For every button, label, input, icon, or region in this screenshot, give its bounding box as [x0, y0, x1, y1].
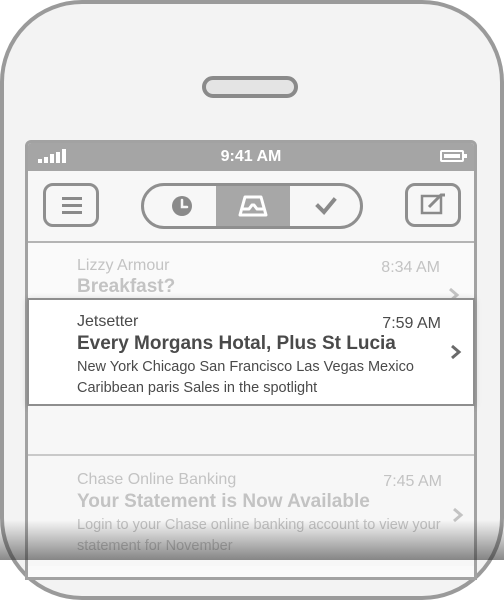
compose-icon	[420, 193, 445, 215]
checkmark-icon	[315, 197, 337, 215]
mail-subject: Your Statement is Now Available	[77, 491, 370, 512]
segment-inbox[interactable]	[216, 186, 290, 226]
battery-icon	[440, 150, 467, 162]
phone-speaker	[202, 76, 298, 98]
status-time: 9:41 AM	[220, 148, 282, 165]
list-item-selected[interactable]: Jetsetter 7:59 AM Every Morgans Hotal, P…	[27, 298, 475, 406]
mail-time: 7:45 AM	[383, 473, 442, 490]
mail-preview: Login to your Chase online banking accou…	[77, 517, 441, 554]
inbox-tray-icon	[238, 195, 268, 217]
mail-subject: Every Morgans Hotal, Plus St Lucia	[77, 333, 396, 354]
clock-icon	[172, 196, 192, 216]
mailbox-segmented-control	[141, 183, 363, 229]
mail-time: 7:59 AM	[382, 315, 441, 332]
compose-button[interactable]	[405, 183, 461, 227]
list-item[interactable]: Chase Online Banking 7:45 AM Your Statem…	[28, 456, 474, 566]
menu-button[interactable]	[43, 183, 99, 227]
list-item[interactable]: Lizzy Armour 8:34 AM Breakfast?	[28, 243, 474, 303]
chevron-right-icon	[451, 344, 462, 360]
mail-sender: Lizzy Armour	[77, 257, 170, 274]
status-bar: 9:41 AM	[28, 143, 474, 171]
mail-subject: Breakfast?	[77, 276, 176, 297]
mail-time: 8:34 AM	[381, 259, 440, 276]
hamburger-menu-icon	[62, 197, 82, 214]
list-gap	[28, 406, 474, 456]
mail-sender: Chase Online Banking	[77, 471, 237, 488]
mail-sender: Jetsetter	[77, 313, 139, 330]
segment-later[interactable]	[144, 186, 216, 226]
segment-done[interactable]	[290, 186, 360, 226]
toolbar	[28, 171, 474, 243]
mail-preview: New York Chicago San Francisco Las Vegas…	[77, 359, 414, 396]
chevron-right-icon	[453, 507, 464, 523]
